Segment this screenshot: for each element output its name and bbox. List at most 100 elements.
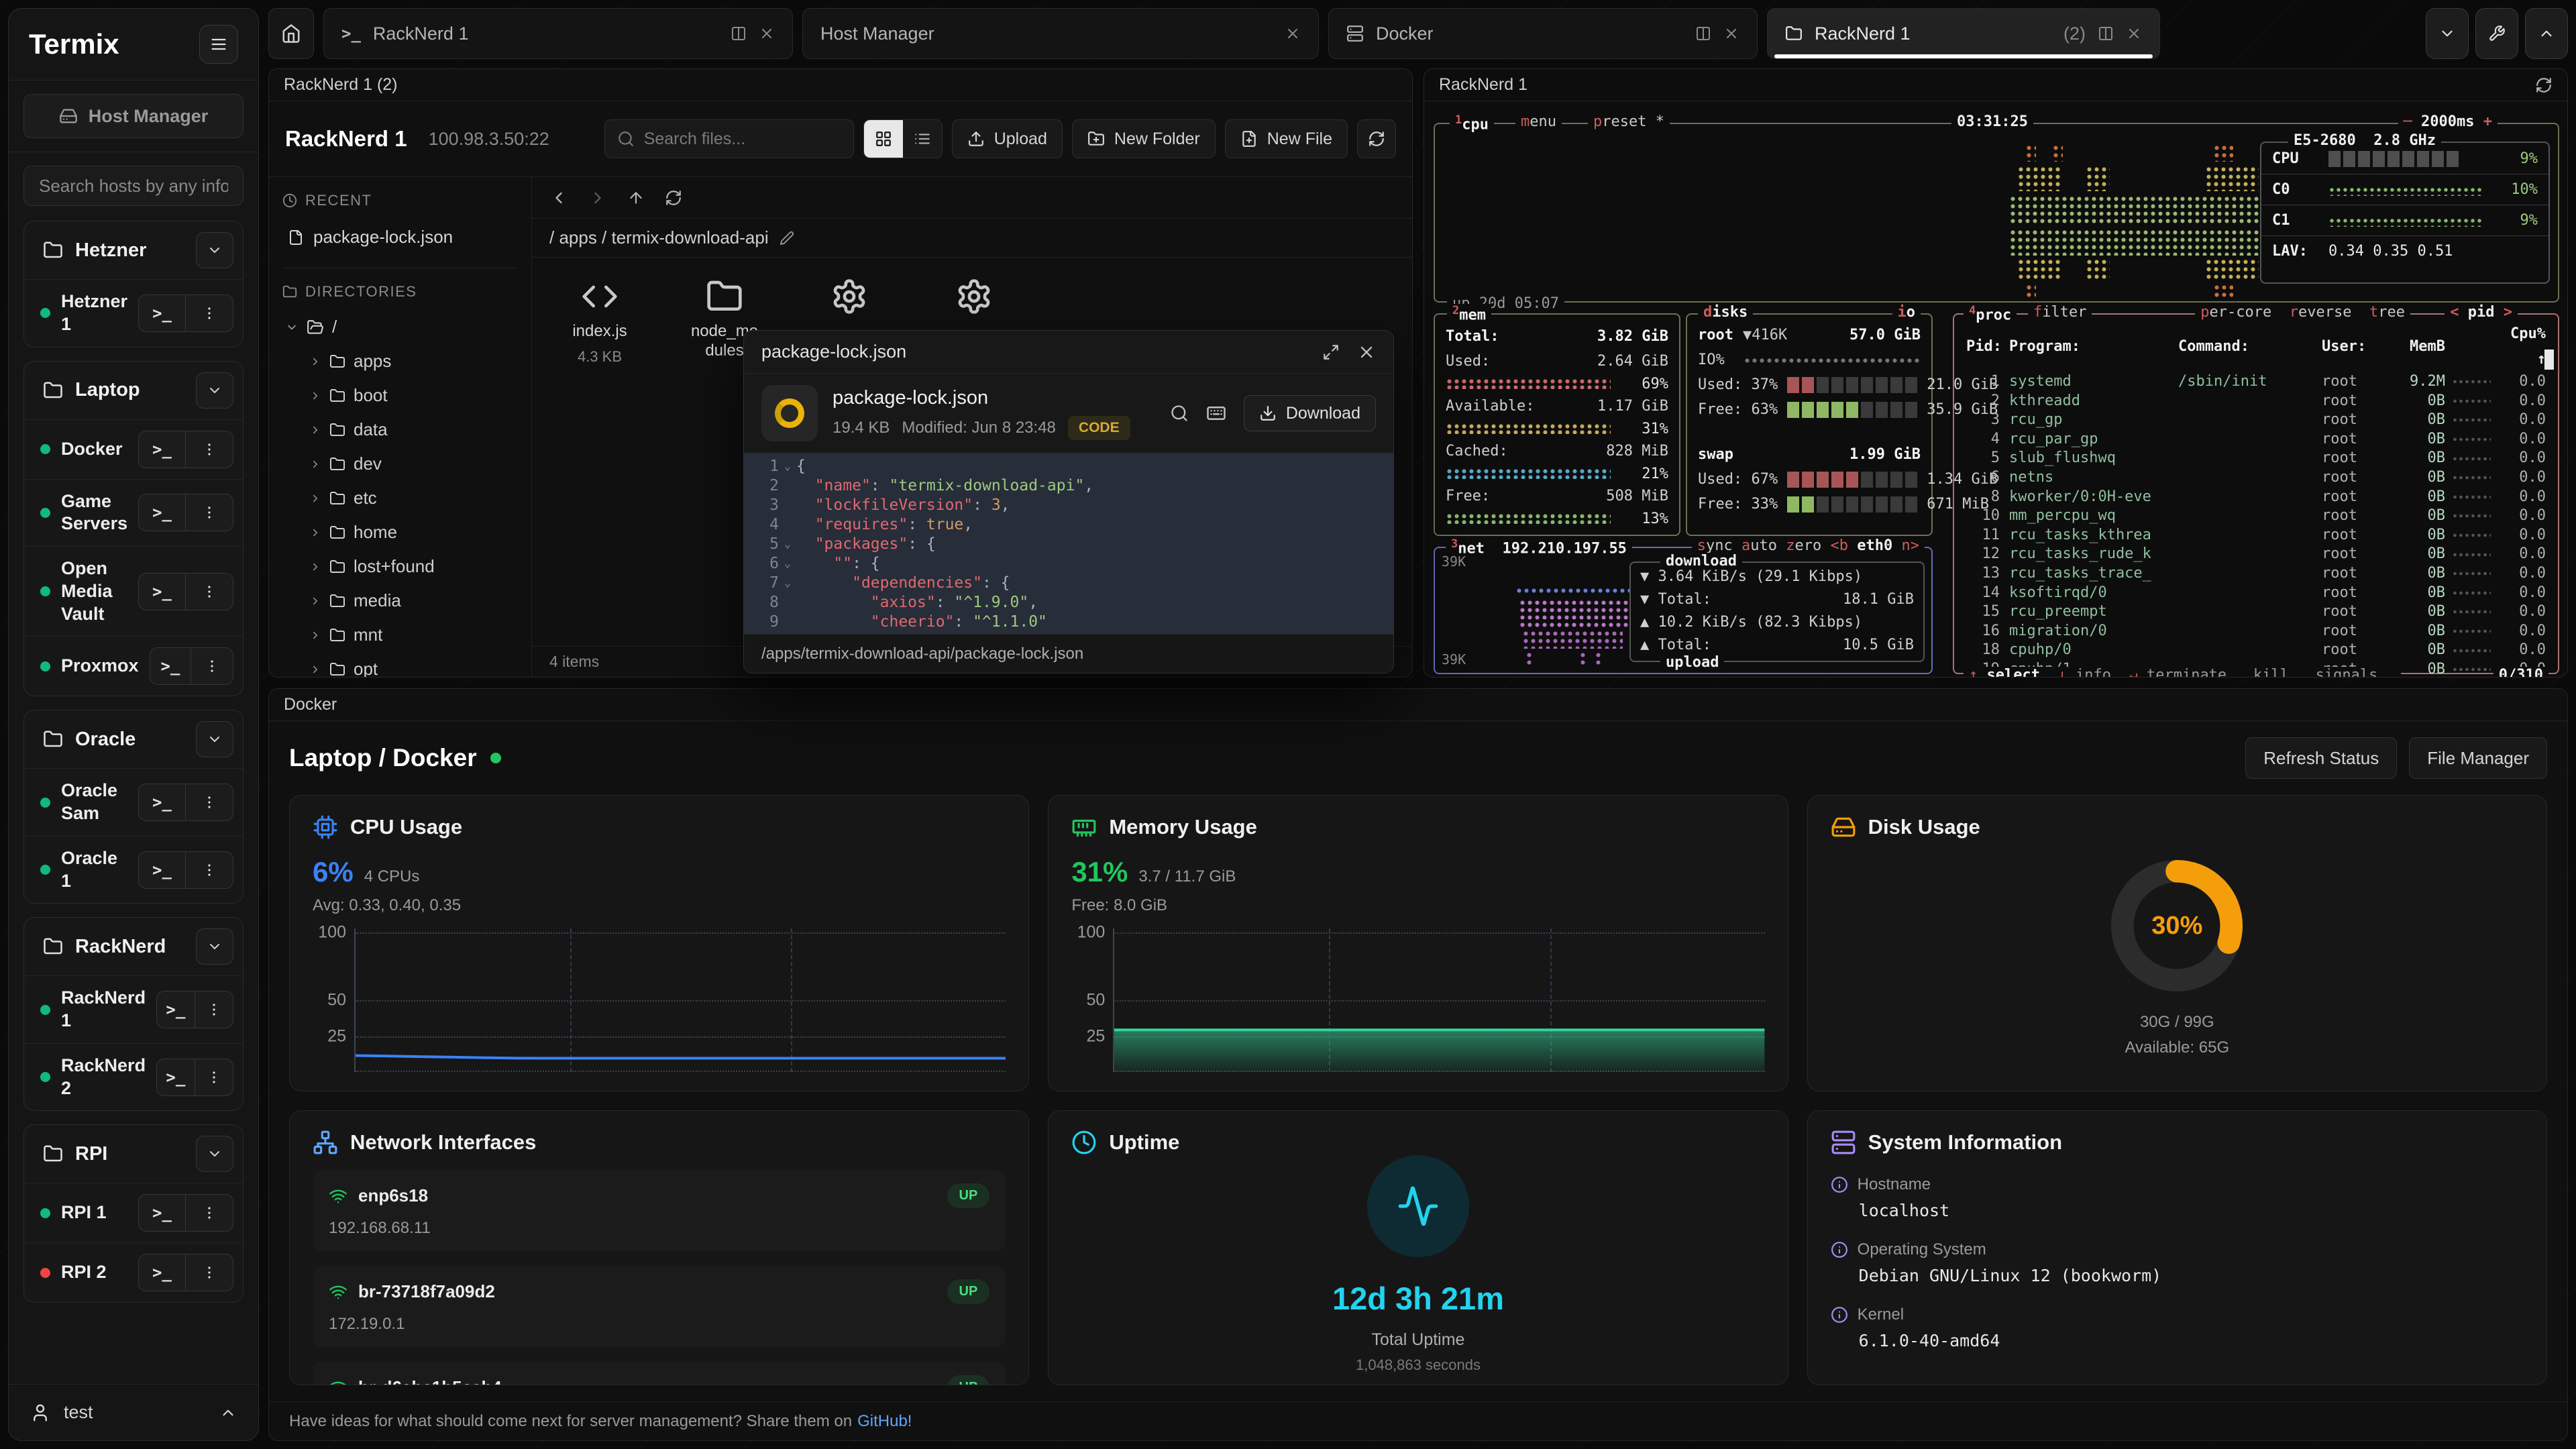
interface-row[interactable]: enp6s18 UP 192.168.68.11 <box>313 1170 1006 1251</box>
terminal-screen[interactable]: 1cpu menu preset * 03:31:25 ─ 2000ms + <box>1432 108 2559 670</box>
host-terminal-button[interactable]: >_ <box>139 494 186 531</box>
tab-host-manager[interactable]: Host Manager <box>802 8 1319 59</box>
tools-button[interactable] <box>2475 8 2518 59</box>
host-group-header[interactable]: Hetzner <box>24 221 243 279</box>
expand-icon[interactable] <box>1322 343 1340 361</box>
host-terminal-button[interactable]: >_ <box>150 648 192 684</box>
proc-scrollbar[interactable] <box>2544 350 2554 370</box>
refresh-button[interactable] <box>665 189 682 207</box>
split-icon[interactable] <box>731 25 747 42</box>
tree-root[interactable]: / <box>282 310 518 344</box>
host-menu-button[interactable] <box>186 1254 233 1291</box>
host-menu-button[interactable] <box>186 784 233 820</box>
file-tile-package-json[interactable] <box>799 278 900 322</box>
tree-directory[interactable]: apps <box>282 344 518 378</box>
fold-marker[interactable]: ⌄ <box>779 535 796 554</box>
file-tile-indexjs[interactable]: index.js 4.3 KB <box>549 278 650 366</box>
host-menu-button[interactable] <box>186 852 233 888</box>
process-row[interactable]: 16 migration/0 root 0B 0.0 <box>1954 622 2558 641</box>
host-menu-button[interactable] <box>186 295 233 331</box>
fold-marker[interactable]: ⌄ <box>779 457 796 476</box>
grid-view-button[interactable] <box>864 120 903 158</box>
home-button[interactable] <box>268 8 314 59</box>
close-icon[interactable] <box>759 25 775 42</box>
host-group-header[interactable]: RackNerd <box>24 918 243 975</box>
host-manager-button[interactable]: Host Manager <box>23 94 244 138</box>
host-row[interactable]: Game Servers >_ <box>24 479 243 547</box>
tab-racknerd1-files[interactable]: RackNerd 1 (2) <box>1767 8 2160 59</box>
back-button[interactable] <box>549 189 568 207</box>
fold-marker[interactable]: ⌄ <box>779 574 796 593</box>
host-menu-button[interactable] <box>186 1195 233 1231</box>
host-row[interactable]: Oracle 1 >_ <box>24 836 243 904</box>
new-file-button[interactable]: New File <box>1225 119 1348 158</box>
process-row[interactable]: 15 rcu_preempt root 0B 0.0 <box>1954 602 2558 622</box>
fold-marker[interactable] <box>779 612 796 632</box>
process-row[interactable]: 3 rcu_gp root 0B 0.0 <box>1954 411 2558 430</box>
tree-directory[interactable]: etc <box>282 481 518 515</box>
host-row[interactable]: Hetzner 1 >_ <box>24 279 243 347</box>
tree-directory[interactable]: mnt <box>282 618 518 652</box>
host-row[interactable]: RPI 1 >_ <box>24 1183 243 1242</box>
file-search-input[interactable] <box>644 129 841 149</box>
scroll-tabs-up-button[interactable] <box>2525 8 2568 59</box>
close-icon[interactable] <box>1357 343 1376 362</box>
host-row[interactable]: Proxmox >_ <box>24 636 243 696</box>
tree-directory[interactable]: home <box>282 515 518 549</box>
file-search[interactable] <box>604 119 854 158</box>
process-row[interactable]: 11 rcu_tasks_kthrea root 0B 0.0 <box>1954 526 2558 545</box>
host-terminal-button[interactable]: >_ <box>139 852 186 888</box>
list-view-button[interactable] <box>903 120 942 158</box>
fold-marker[interactable] <box>779 476 796 496</box>
host-row[interactable]: RPI 2 >_ <box>24 1242 243 1302</box>
tree-directory[interactable]: opt <box>282 652 518 677</box>
btop-menu[interactable]: menu <box>1515 113 1562 130</box>
refresh-status-button[interactable]: Refresh Status <box>2245 737 2397 779</box>
tree-directory[interactable]: lost+found <box>282 549 518 584</box>
process-row[interactable]: 6 netns root 0B 0.0 <box>1954 468 2558 488</box>
fold-marker[interactable] <box>779 515 796 535</box>
edit-path-button[interactable] <box>780 231 794 246</box>
host-row[interactable]: Docker >_ <box>24 419 243 479</box>
host-menu-button[interactable] <box>195 991 233 1028</box>
process-row[interactable]: 5 slub_flushwq root 0B 0.0 <box>1954 449 2558 468</box>
btop-preset[interactable]: preset * <box>1588 113 1670 130</box>
host-group-header[interactable]: RPI <box>24 1125 243 1183</box>
host-row[interactable]: Oracle Sam >_ <box>24 768 243 836</box>
host-menu-button[interactable] <box>195 1059 233 1095</box>
search-in-file-button[interactable] <box>1170 404 1189 423</box>
split-icon[interactable] <box>1695 25 1711 42</box>
host-menu-button[interactable] <box>186 494 233 531</box>
sync-icon[interactable] <box>2535 76 2553 94</box>
upload-button[interactable]: Upload <box>952 119 1063 158</box>
refresh-files-button[interactable] <box>1357 119 1396 158</box>
proc-options[interactable]: per-core reverse tree <box>2195 304 2410 321</box>
code-viewer[interactable]: 1 ⌄ { 2 "name": "termix-download-api", 3… <box>744 453 1393 634</box>
host-menu-button[interactable] <box>191 648 233 684</box>
net-options[interactable]: sync auto zero <b eth0 n> <box>1692 537 1925 554</box>
host-terminal-button[interactable]: >_ <box>139 1254 186 1291</box>
host-search-input[interactable] <box>23 166 244 206</box>
host-terminal-button[interactable]: >_ <box>157 991 195 1028</box>
download-button[interactable]: Download <box>1244 395 1376 431</box>
host-terminal-button[interactable]: >_ <box>139 1195 186 1231</box>
process-row[interactable]: 2 kthreadd root 0B 0.0 <box>1954 392 2558 411</box>
tree-directory[interactable]: media <box>282 584 518 618</box>
process-row[interactable]: 12 rcu_tasks_rude_k root 0B 0.0 <box>1954 545 2558 564</box>
proc-filter[interactable]: filter <box>2028 304 2092 321</box>
group-collapse-button[interactable] <box>196 232 233 268</box>
tab-racknerd1-terminal[interactable]: >_ RackNerd 1 <box>323 8 793 59</box>
sidebar-footer[interactable]: test <box>9 1384 258 1440</box>
editor-mode-button[interactable] <box>1206 403 1226 423</box>
btop-interval[interactable]: ─ 2000ms + <box>2398 113 2498 130</box>
process-row[interactable]: 4 rcu_par_gp root 0B 0.0 <box>1954 430 2558 449</box>
host-terminal-button[interactable]: >_ <box>139 295 186 331</box>
group-collapse-button[interactable] <box>196 372 233 409</box>
interface-row[interactable]: br-73718f7a09d2 UP 172.19.0.1 <box>313 1266 1006 1347</box>
fold-marker[interactable]: ⌄ <box>779 554 796 574</box>
group-collapse-button[interactable] <box>196 928 233 965</box>
recent-file-item[interactable]: package-lock.json <box>282 219 518 256</box>
interface-row[interactable]: br-d6abe1b5cab4 UP 172.20.0.1 <box>313 1362 1006 1385</box>
process-row[interactable]: 10 mm_percpu_wq root 0B 0.0 <box>1954 506 2558 526</box>
proc-table[interactable]: 1 systemd /sbin/init root 9.2M 0.0 2 kth… <box>1954 372 2558 678</box>
